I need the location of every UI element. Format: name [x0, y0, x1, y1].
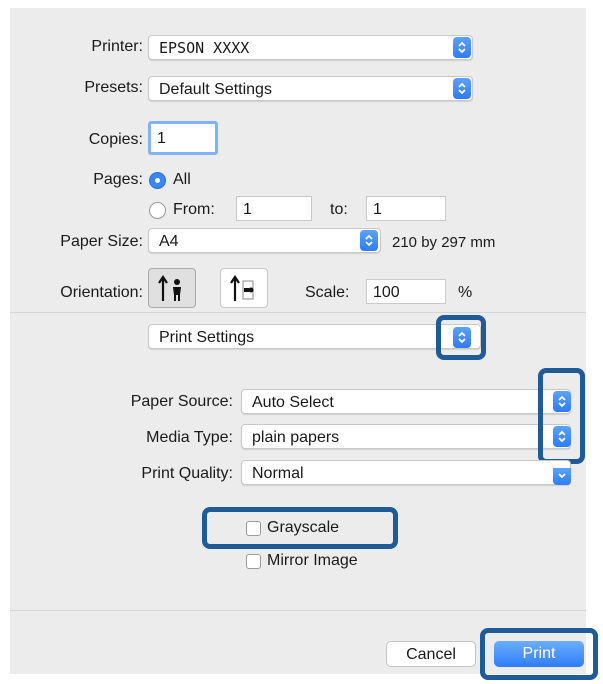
- print-quality-value: Normal: [252, 465, 304, 482]
- print-quality-chevron-icon[interactable]: [553, 468, 571, 485]
- cancel-button[interactable]: Cancel: [386, 641, 476, 667]
- printer-value: EPSON XXXX: [159, 39, 250, 57]
- pages-to-label: to:: [330, 201, 348, 218]
- paper-size-stepper-icon[interactable]: [360, 230, 378, 251]
- section-select[interactable]: Print Settings: [148, 324, 481, 349]
- print-button-highlight: [480, 628, 598, 680]
- presets-label: Presets:: [84, 79, 143, 96]
- orientation-label: Orientation:: [60, 284, 143, 301]
- mirror-image-checkbox[interactable]: [246, 554, 261, 569]
- grayscale-highlight: [202, 507, 398, 549]
- paper-source-label: Paper Source:: [130, 393, 233, 410]
- section-stepper-highlight: [436, 315, 486, 360]
- scale-label: Scale:: [305, 284, 350, 301]
- mirror-image-label: Mirror Image: [267, 552, 358, 569]
- presets-value: Default Settings: [159, 81, 272, 98]
- print-quality-label: Print Quality:: [141, 465, 233, 482]
- printer-select[interactable]: EPSON XXXX: [148, 35, 473, 60]
- pages-to-input[interactable]: 1: [366, 196, 446, 221]
- pages-all-radio[interactable]: [149, 172, 166, 189]
- section-value: Print Settings: [159, 329, 255, 346]
- portrait-icon: [158, 275, 181, 301]
- presets-stepper-icon[interactable]: [453, 78, 471, 99]
- scale-unit: %: [458, 284, 473, 301]
- orientation-portrait-button[interactable]: [148, 268, 196, 308]
- pages-from-input[interactable]: 1: [236, 196, 312, 221]
- presets-select[interactable]: Default Settings: [148, 76, 473, 101]
- media-type-label: Media Type:: [146, 429, 233, 446]
- pages-all-label: All: [173, 171, 191, 188]
- pages-label: Pages:: [93, 171, 143, 188]
- copies-input[interactable]: 1: [148, 121, 218, 155]
- print-quality-select[interactable]: Normal: [241, 460, 571, 485]
- paper-size-label: Paper Size:: [60, 233, 143, 250]
- copies-label: Copies:: [88, 131, 143, 148]
- pages-from-label: From:: [173, 201, 215, 218]
- printer-label: Printer:: [91, 38, 143, 55]
- scale-input[interactable]: 100: [366, 279, 446, 304]
- paper-source-value: Auto Select: [252, 394, 334, 411]
- media-type-select[interactable]: plain papers: [241, 424, 571, 449]
- separator: [10, 610, 586, 611]
- media-type-value: plain papers: [252, 429, 340, 446]
- printer-stepper-icon[interactable]: [453, 37, 471, 58]
- paper-source-select[interactable]: Auto Select: [241, 389, 571, 414]
- stepper-highlight: [538, 368, 585, 464]
- separator: [10, 312, 586, 313]
- landscape-icon: [230, 275, 254, 301]
- paper-size-select[interactable]: A4: [148, 228, 381, 253]
- paper-size-value: A4: [159, 233, 179, 250]
- pages-from-radio[interactable]: [149, 202, 166, 219]
- paper-size-dimensions: 210 by 297 mm: [392, 234, 496, 251]
- orientation-landscape-button[interactable]: [220, 268, 268, 308]
